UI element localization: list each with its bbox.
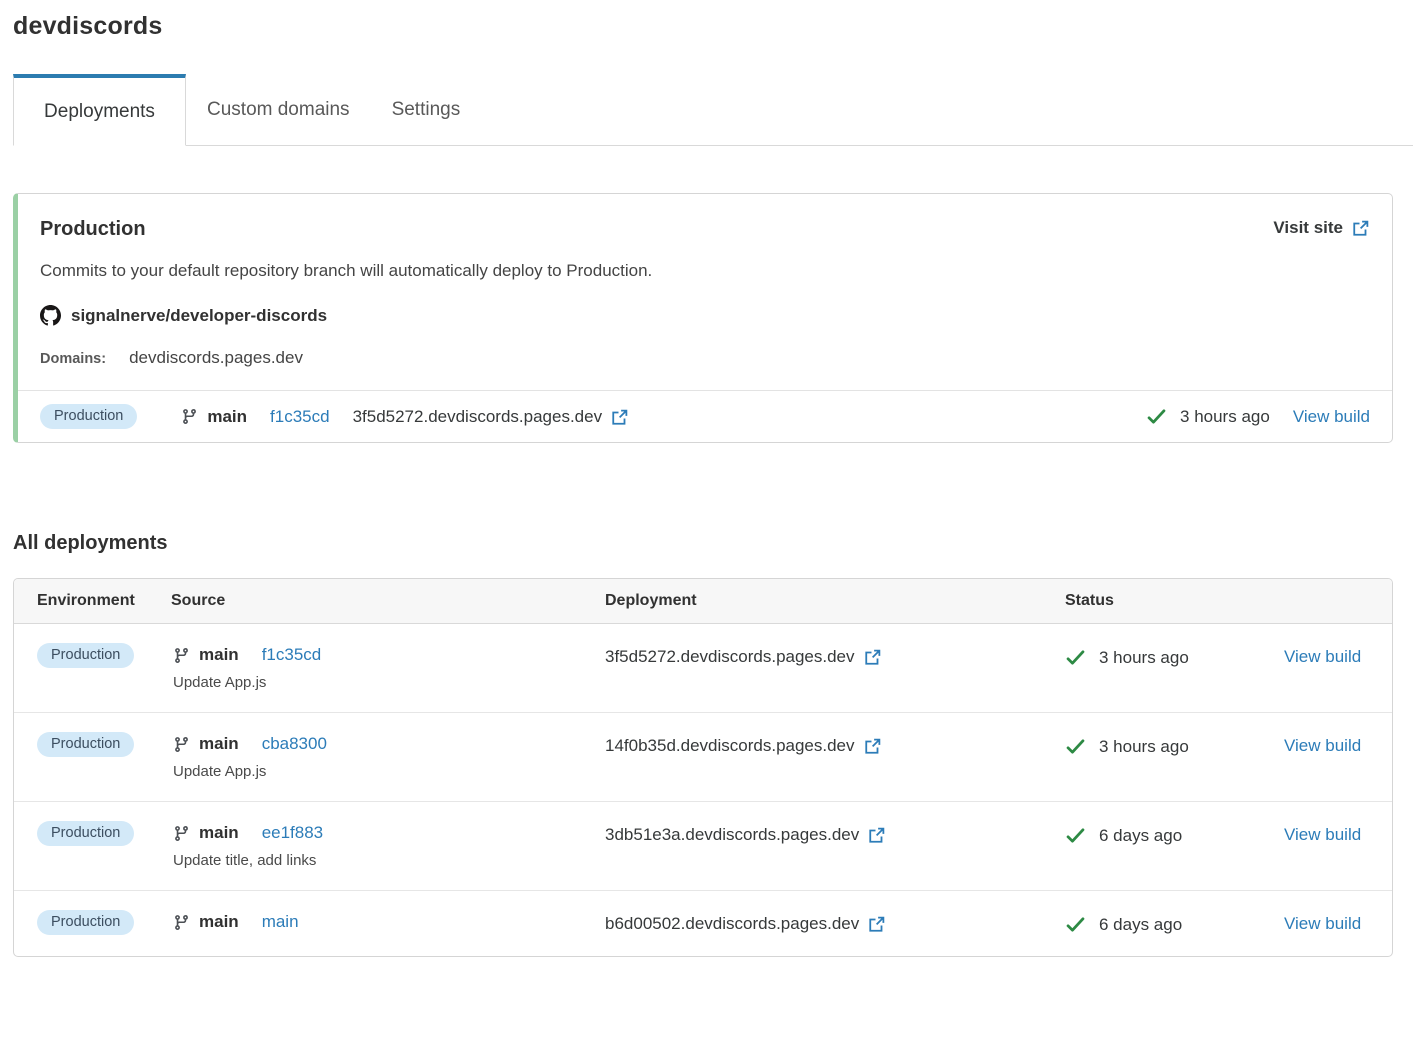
- tab-strip: Deployments Custom domains Settings: [13, 74, 1413, 146]
- repository-name: signalnerve/developer-discords: [71, 306, 327, 326]
- check-icon: [1065, 914, 1086, 935]
- visit-site-label: Visit site: [1273, 218, 1343, 238]
- external-link-icon: [864, 737, 882, 755]
- page-title: devdiscords: [13, 0, 1393, 41]
- view-build-link[interactable]: View build: [1284, 825, 1361, 844]
- external-link-icon: [864, 648, 882, 666]
- view-build-link[interactable]: View build: [1284, 647, 1361, 666]
- git-branch-icon: [173, 736, 190, 753]
- deployments-table: Environment Source Deployment Status Pro…: [13, 578, 1393, 957]
- commit-link[interactable]: main: [262, 912, 299, 932]
- check-icon: [1146, 406, 1167, 427]
- external-link-icon: [868, 915, 886, 933]
- github-icon: [40, 305, 61, 326]
- deployment-url-link[interactable]: 14f0b35d.devdiscords.pages.dev: [605, 736, 882, 756]
- check-icon: [1065, 647, 1086, 668]
- deployment-url-link[interactable]: 3db51e3a.devdiscords.pages.dev: [605, 825, 886, 845]
- deployment-url: 3f5d5272.devdiscords.pages.dev: [353, 407, 603, 427]
- status-time: 3 hours ago: [1099, 737, 1189, 757]
- branch-name: main: [199, 734, 239, 754]
- view-build-link[interactable]: View build: [1284, 736, 1361, 755]
- production-deployment-row: Production main f1c35cd 3f5d5272.devdisc…: [18, 390, 1392, 442]
- branch-name: main: [199, 912, 239, 932]
- external-link-icon: [611, 408, 629, 426]
- view-build-link[interactable]: View build: [1293, 407, 1370, 427]
- deployment-url: b6d00502.devdiscords.pages.dev: [605, 914, 859, 934]
- environment-badge: Production: [37, 643, 134, 668]
- table-row: Production main ee1f883 Update title, ad…: [14, 802, 1392, 891]
- branch-name: main: [199, 823, 239, 843]
- tab-settings[interactable]: Settings: [371, 74, 482, 145]
- external-link-icon: [868, 826, 886, 844]
- column-header-deployment: Deployment: [605, 592, 1065, 610]
- commit-message: Update App.js: [171, 674, 605, 691]
- commit-link[interactable]: f1c35cd: [262, 645, 322, 665]
- column-header-status: Status: [1065, 592, 1284, 610]
- environment-badge: Production: [37, 732, 134, 757]
- table-header-row: Environment Source Deployment Status: [14, 579, 1392, 624]
- environment-badge: Production: [37, 910, 134, 935]
- domains-label: Domains:: [40, 351, 106, 367]
- git-branch-icon: [173, 825, 190, 842]
- table-row: Production main f1c35cd Update App.js 3f…: [14, 624, 1392, 713]
- deployment-url-link[interactable]: b6d00502.devdiscords.pages.dev: [605, 914, 886, 934]
- deployment-url: 3f5d5272.devdiscords.pages.dev: [605, 647, 855, 667]
- commit-message: Update App.js: [171, 763, 605, 780]
- commit-link[interactable]: f1c35cd: [270, 407, 330, 427]
- environment-badge: Production: [40, 404, 137, 429]
- page-container: devdiscords Deployments Custom domains S…: [13, 0, 1393, 957]
- check-icon: [1065, 736, 1086, 757]
- deployment-url: 14f0b35d.devdiscords.pages.dev: [605, 736, 855, 756]
- deployment-url: 3db51e3a.devdiscords.pages.dev: [605, 825, 859, 845]
- status-time: 6 days ago: [1099, 826, 1182, 846]
- environment-badge: Production: [37, 821, 134, 846]
- git-branch-icon: [173, 647, 190, 664]
- deployment-url-link[interactable]: 3f5d5272.devdiscords.pages.dev: [605, 647, 882, 667]
- domains-value: devdiscords.pages.dev: [129, 348, 303, 368]
- git-branch-icon: [173, 914, 190, 931]
- external-link-icon: [1352, 219, 1370, 237]
- view-build-link[interactable]: View build: [1284, 914, 1361, 933]
- production-card-title: Production: [40, 218, 146, 241]
- tab-custom-domains[interactable]: Custom domains: [186, 74, 371, 145]
- status-time: 3 hours ago: [1099, 648, 1189, 668]
- visit-site-link[interactable]: Visit site: [1273, 218, 1370, 238]
- status-time: 3 hours ago: [1180, 407, 1270, 427]
- commit-link[interactable]: ee1f883: [262, 823, 323, 843]
- check-icon: [1065, 825, 1086, 846]
- production-card: Production Visit site Commits to your de…: [13, 193, 1393, 443]
- branch-name: main: [207, 407, 247, 427]
- deployment-url-link[interactable]: 3f5d5272.devdiscords.pages.dev: [353, 407, 630, 427]
- commit-message: Update title, add links: [171, 852, 605, 869]
- branch-name: main: [199, 645, 239, 665]
- column-header-environment: Environment: [37, 592, 171, 610]
- commit-link[interactable]: cba8300: [262, 734, 327, 754]
- table-row: Production main main b6d00502.devdiscord…: [14, 891, 1392, 956]
- table-row: Production main cba8300 Update App.js 14…: [14, 713, 1392, 802]
- status-time: 6 days ago: [1099, 915, 1182, 935]
- production-description: Commits to your default repository branc…: [40, 261, 1370, 281]
- tab-deployments[interactable]: Deployments: [13, 74, 186, 146]
- all-deployments-heading: All deployments: [13, 532, 1393, 555]
- git-branch-icon: [181, 408, 198, 425]
- column-header-source: Source: [171, 592, 605, 610]
